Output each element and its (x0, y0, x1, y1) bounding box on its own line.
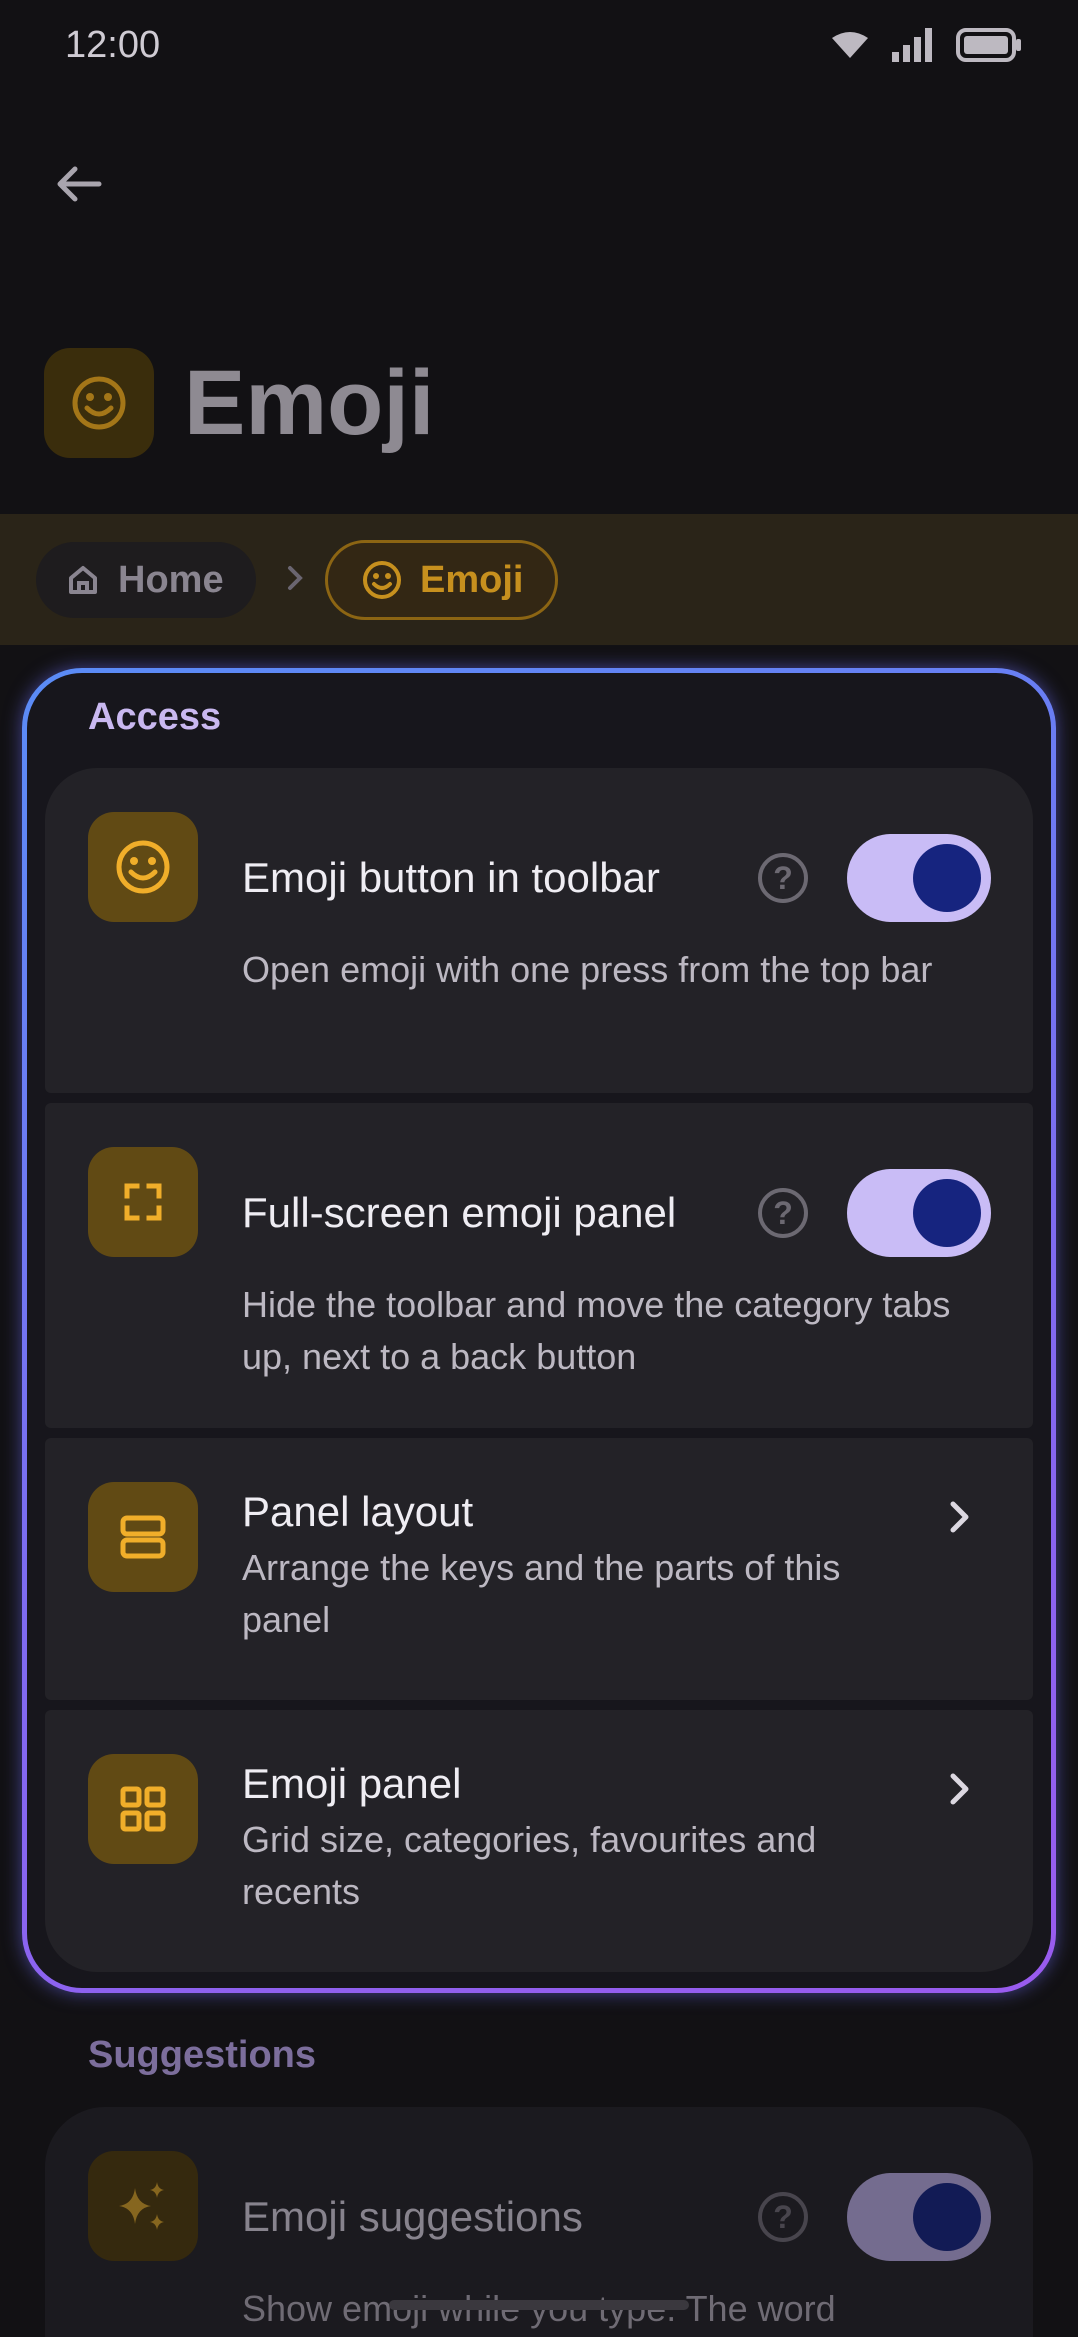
back-button[interactable] (38, 144, 118, 224)
emoji-icon-tile (88, 812, 198, 922)
setting-title: Emoji panel (242, 1760, 462, 1807)
chevron-right-icon (288, 566, 303, 590)
setting-title: Full-screen emoji panel (242, 1189, 677, 1236)
page-header: Emoji (44, 348, 434, 458)
breadcrumb: Home Emoji (0, 514, 1078, 645)
wifi-icon (832, 32, 868, 58)
section-title-access: Access (88, 696, 222, 738)
smiley-icon (72, 376, 126, 430)
section-title-suggestions: Suggestions (88, 2034, 317, 2076)
chevron-right-icon (950, 1773, 969, 1805)
setting-description: Arrange the keys and the parts of this p… (242, 1547, 841, 1640)
setting-title: Emoji button in toolbar (242, 854, 660, 901)
smiley-icon (116, 840, 170, 894)
toggle-knob (913, 1179, 981, 1247)
setting-full-screen-emoji-panel[interactable]: Full-screen emoji panel ? Hide the toolb… (45, 1103, 1033, 1428)
panel-layout-icon (120, 1515, 166, 1559)
setting-description: Hide the toolbar and move the category t… (242, 1284, 951, 1377)
breadcrumb-home-label: Home (118, 558, 224, 601)
status-bar: 12:00 (0, 0, 1078, 96)
fullscreen-icon-tile (88, 1147, 198, 1257)
setting-title: Emoji suggestions (242, 2193, 583, 2240)
status-icons (830, 28, 1022, 62)
setting-description: Grid size, categories, favourites and re… (242, 1819, 817, 1912)
breadcrumb-current[interactable]: Emoji (325, 540, 559, 620)
help-icon[interactable]: ? (758, 853, 808, 903)
sparkle-icon-tile (88, 2151, 198, 2261)
page-title: Emoji (184, 351, 435, 454)
chevron-right-icon (950, 1501, 969, 1533)
setting-emoji-panel[interactable]: Emoji panel Grid size, categories, favou… (45, 1710, 1033, 1972)
setting-title: Panel layout (242, 1488, 474, 1535)
breadcrumb-current-label: Emoji (420, 558, 524, 601)
breadcrumb-home[interactable]: Home (36, 542, 256, 618)
arrow-back-icon (57, 166, 102, 202)
setting-description: Open emoji with one press from the top b… (242, 949, 933, 990)
help-icon[interactable]: ? (758, 1188, 808, 1238)
emoji-header-icon (44, 348, 154, 458)
battery-icon (956, 28, 1021, 62)
toggle-knob (913, 844, 981, 912)
emoji-button-toggle[interactable] (847, 834, 991, 922)
panel-layout-icon-tile (88, 1482, 198, 1592)
grid-icon-tile (88, 1754, 198, 1864)
setting-panel-layout[interactable]: Panel layout Arrange the keys and the pa… (45, 1438, 1033, 1700)
help-icon[interactable]: ? (758, 2192, 808, 2242)
smiley-icon (363, 561, 401, 599)
sparkle-icon (119, 2182, 164, 2230)
fullscreen-icon (124, 1183, 162, 1221)
cellular-signal-icon (892, 28, 932, 62)
emoji-suggestions-toggle[interactable] (847, 2173, 991, 2261)
status-time: 12:00 (65, 24, 161, 66)
gesture-navigation-bar[interactable] (389, 2300, 689, 2310)
full-screen-toggle[interactable] (847, 1169, 991, 1257)
toggle-knob (913, 2183, 981, 2251)
home-icon (69, 566, 97, 594)
setting-emoji-button-in-toolbar[interactable]: Emoji button in toolbar ? Open emoji wit… (45, 768, 1033, 1093)
grid-icon (120, 1786, 166, 1832)
